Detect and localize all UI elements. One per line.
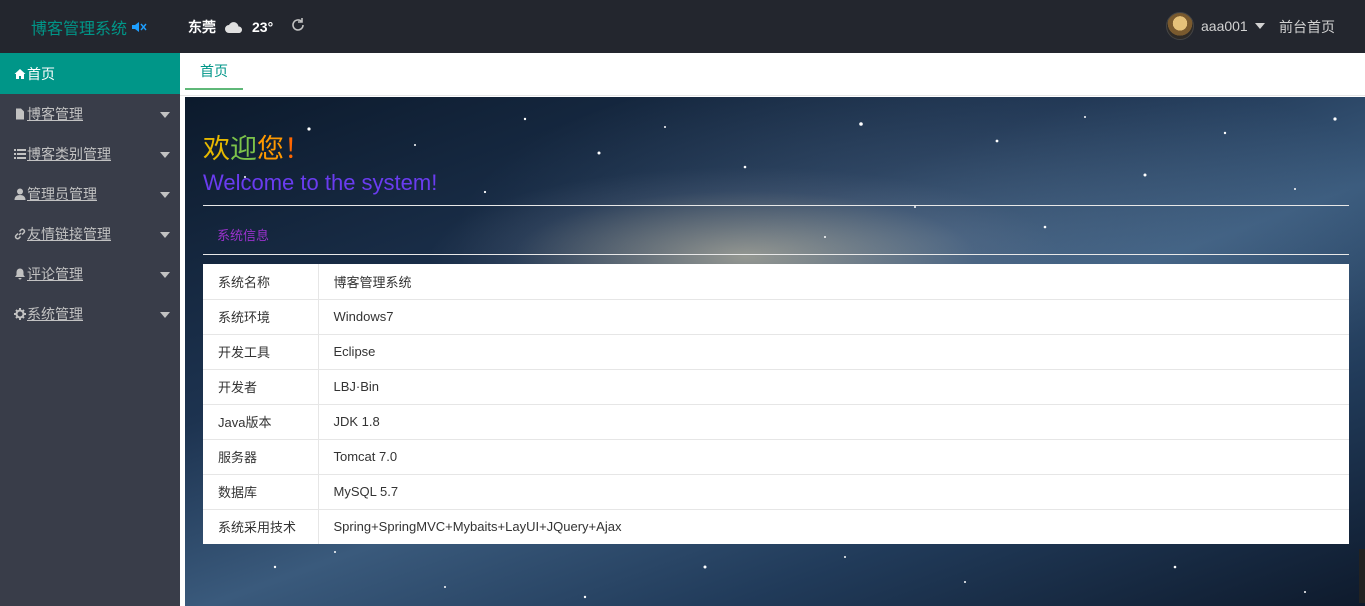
chevron-down-icon <box>160 232 170 238</box>
table-row: 开发者 LBJ·Bin <box>203 369 1349 405</box>
weather-city: 东莞 <box>188 19 216 35</box>
weather-temperature: 23° <box>252 19 274 35</box>
user-icon <box>14 188 26 200</box>
table-value: Tomcat 7.0 <box>318 439 1349 475</box>
sidebar-item-label: 评论管理 <box>27 266 83 282</box>
section-title: 系统信息 <box>217 228 270 243</box>
table-row: 系统环境 Windows7 <box>203 299 1349 335</box>
table-key: 系统名称 <box>203 264 319 300</box>
table-key: 开发工具 <box>203 334 319 370</box>
sidebar-item-label: 友情链接管理 <box>27 226 111 242</box>
table-value: LBJ·Bin <box>318 369 1349 405</box>
app-title: 博客管理系统 <box>31 21 128 38</box>
sidebar-item-label: 首页 <box>27 65 55 82</box>
scrollbar[interactable] <box>1359 549 1365 603</box>
table-row: 系统采用技术 Spring+SpringMVC+Mybaits+LayUI+JQu… <box>203 509 1349 544</box>
sidebar-item-blog[interactable]: 博客管理 <box>0 94 180 134</box>
avatar <box>1166 12 1194 40</box>
table-key: 开发者 <box>203 369 319 405</box>
sidebar-item-label: 管理员管理 <box>27 186 97 202</box>
table-value: Spring+SpringMVC+Mybaits+LayUI+JQuery+Aj… <box>333 519 622 535</box>
chevron-down-icon <box>160 112 170 118</box>
table-value: Windows7 <box>318 299 1349 335</box>
sidebar-item-home[interactable]: 首页 <box>0 53 180 94</box>
file-icon <box>16 108 24 120</box>
welcome-heading-en: Welcome to the system! <box>203 170 438 195</box>
chevron-down-icon <box>160 272 170 278</box>
welcome-heading-cn: 欢迎您！ <box>203 127 311 166</box>
refresh-icon[interactable] <box>290 17 306 33</box>
username: aaa001 <box>1201 18 1248 34</box>
sidebar-item-links[interactable]: 友情链接管理 <box>0 214 180 254</box>
welcome-char: 欢 <box>203 134 230 164</box>
table-value: 博客管理系统 <box>318 264 1349 300</box>
chevron-down-icon <box>160 192 170 198</box>
table-value: JDK 1.8 <box>318 404 1349 440</box>
table-row: 数据库 MySQL 5.7 <box>203 474 1349 510</box>
table-row: 系统名称 博客管理系统 <box>203 264 1349 300</box>
link-icon <box>14 228 26 240</box>
sidebar-item-label: 博客类别管理 <box>27 146 111 162</box>
divider <box>203 254 1349 255</box>
front-home-link[interactable]: 前台首页 <box>1279 17 1335 37</box>
welcome-char: 您 <box>257 134 284 164</box>
table-value: Eclipse <box>318 334 1349 370</box>
chevron-down-icon <box>160 152 170 158</box>
system-info-table: 系统名称 博客管理系统 系统环境 Windows7 开发工具 Eclipse 开发者 L… <box>203 264 1349 544</box>
table-key: 服务器 <box>203 439 319 475</box>
tab-home[interactable]: 首页 <box>185 53 243 90</box>
welcome-char: ！ <box>284 134 311 164</box>
table-value: MySQL 5.7 <box>318 474 1349 510</box>
list-icon <box>14 149 26 159</box>
gear-icon <box>14 308 26 320</box>
sidebar-item-label: 系统管理 <box>27 306 83 322</box>
table-key: 系统环境 <box>203 299 319 335</box>
sidebar-item-admin[interactable]: 管理员管理 <box>0 174 180 214</box>
sidebar-item-label: 博客管理 <box>27 106 83 122</box>
chevron-down-icon <box>160 312 170 318</box>
welcome-char: 迎 <box>230 134 257 164</box>
table-key: Java版本 <box>203 404 319 440</box>
app-logo[interactable]: 博客管理系统 <box>31 15 147 39</box>
top-header: 博客管理系统 东莞 23° aaa001 前台首页 <box>0 0 1365 53</box>
sidebar: 首页 博客管理 博客类别管理 管理员管理 友情链接管理 评论管理 系统管理 <box>0 53 180 606</box>
main-content: 欢迎您！ Welcome to the system! 系统信息 系统名称 博客管… <box>185 97 1365 606</box>
user-menu[interactable]: aaa001 <box>1166 12 1265 40</box>
tab-bar: 首页 <box>180 53 1365 96</box>
table-key: 系统采用技术 <box>203 509 319 544</box>
bell-icon <box>15 268 25 280</box>
table-row: 服务器 Tomcat 7.0 <box>203 439 1349 475</box>
mute-icon[interactable] <box>131 20 147 34</box>
sidebar-item-comments[interactable]: 评论管理 <box>0 254 180 294</box>
table-row: Java版本 JDK 1.8 <box>203 404 1349 440</box>
chevron-down-icon <box>1254 23 1265 29</box>
home-icon <box>14 68 26 79</box>
table-row: 开发工具 Eclipse <box>203 334 1349 370</box>
sidebar-item-blog-category[interactable]: 博客类别管理 <box>0 134 180 174</box>
weather-widget: 东莞 23° <box>188 17 273 37</box>
divider <box>203 205 1349 206</box>
sidebar-item-system[interactable]: 系统管理 <box>0 294 180 334</box>
table-key: 数据库 <box>203 474 319 510</box>
cloud-icon <box>225 22 243 33</box>
